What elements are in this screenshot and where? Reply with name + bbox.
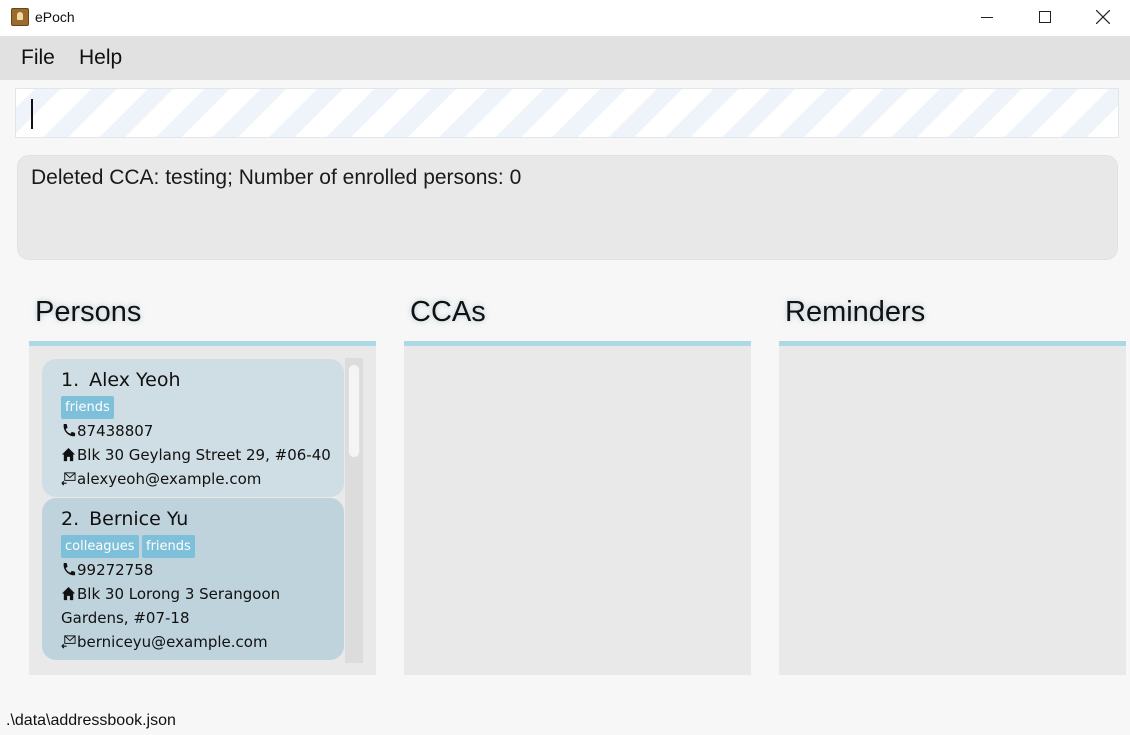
person-email: berniceyu@example.com: [61, 633, 268, 651]
person-phone: 87438807: [61, 422, 153, 440]
reminders-panel-title: Reminders: [785, 296, 926, 328]
minimize-button[interactable]: [958, 0, 1016, 36]
close-icon: [1096, 10, 1110, 24]
ccas-panel-title: CCAs: [410, 296, 486, 328]
phone-icon: [63, 562, 76, 576]
person-card[interactable]: 1. Alex Yeoh friends 87438807 Blk 30 Geyl…: [42, 359, 344, 497]
person-email-text: alexyeoh@example.com: [77, 470, 262, 488]
person-email: alexyeoh@example.com: [61, 470, 261, 488]
email-icon: [61, 635, 76, 649]
phone-icon: [63, 423, 76, 437]
menu-help[interactable]: Help: [69, 46, 132, 70]
reminders-list[interactable]: [779, 346, 1126, 675]
status-file-path: .\data\addressbook.json: [6, 712, 176, 729]
result-display: Deleted CCA: testing; Number of enrolled…: [17, 155, 1118, 260]
person-address-text: Blk 30 Lorong 3 Serangoon Gardens, #07-1…: [61, 585, 281, 627]
tag-badge: colleagues: [61, 535, 139, 558]
person-phone-text: 99272758: [77, 561, 154, 579]
person-name: 1. Alex Yeoh: [61, 369, 181, 391]
person-name-text: Alex Yeoh: [89, 369, 181, 391]
person-address-text: Blk 30 Geylang Street 29, #06-40: [77, 446, 331, 464]
person-phone-text: 87438807: [77, 422, 154, 440]
person-index: 1.: [61, 369, 80, 391]
tag-badge: friends: [142, 535, 195, 558]
window-title: ePoch: [35, 9, 75, 25]
close-button[interactable]: [1074, 0, 1130, 36]
person-phone: 99272758: [61, 561, 153, 579]
home-icon: [61, 586, 76, 601]
title-bar: ePoch: [0, 0, 1130, 36]
result-message: Deleted CCA: testing; Number of enrolled…: [31, 166, 522, 189]
ccas-list[interactable]: [404, 346, 751, 675]
person-card[interactable]: 2. Bernice Yu colleagues friends 99272758…: [42, 498, 344, 660]
command-box: [15, 88, 1119, 138]
email-icon: [61, 472, 76, 486]
person-name-text: Bernice Yu: [89, 508, 189, 530]
app-icon: [11, 8, 29, 26]
minimize-icon: [981, 17, 993, 18]
menu-bar: File Help: [0, 36, 1130, 80]
person-name: 2. Bernice Yu: [61, 508, 188, 530]
maximize-icon: [1039, 11, 1051, 23]
home-icon: [61, 447, 76, 462]
command-input[interactable]: [16, 89, 1118, 137]
person-index: 2.: [61, 508, 80, 530]
person-address: Blk 30 Lorong 3 Serangoon Gardens, #07-1…: [61, 582, 321, 630]
maximize-button[interactable]: [1016, 0, 1074, 36]
person-address: Blk 30 Geylang Street 29, #06-40: [61, 446, 331, 464]
menu-file[interactable]: File: [11, 46, 65, 70]
tag-badge: friends: [61, 396, 114, 419]
persons-scrollbar-thumb[interactable]: [348, 364, 360, 458]
persons-panel-title: Persons: [35, 296, 142, 328]
text-caret: [31, 99, 33, 129]
person-email-text: berniceyu@example.com: [77, 633, 268, 651]
